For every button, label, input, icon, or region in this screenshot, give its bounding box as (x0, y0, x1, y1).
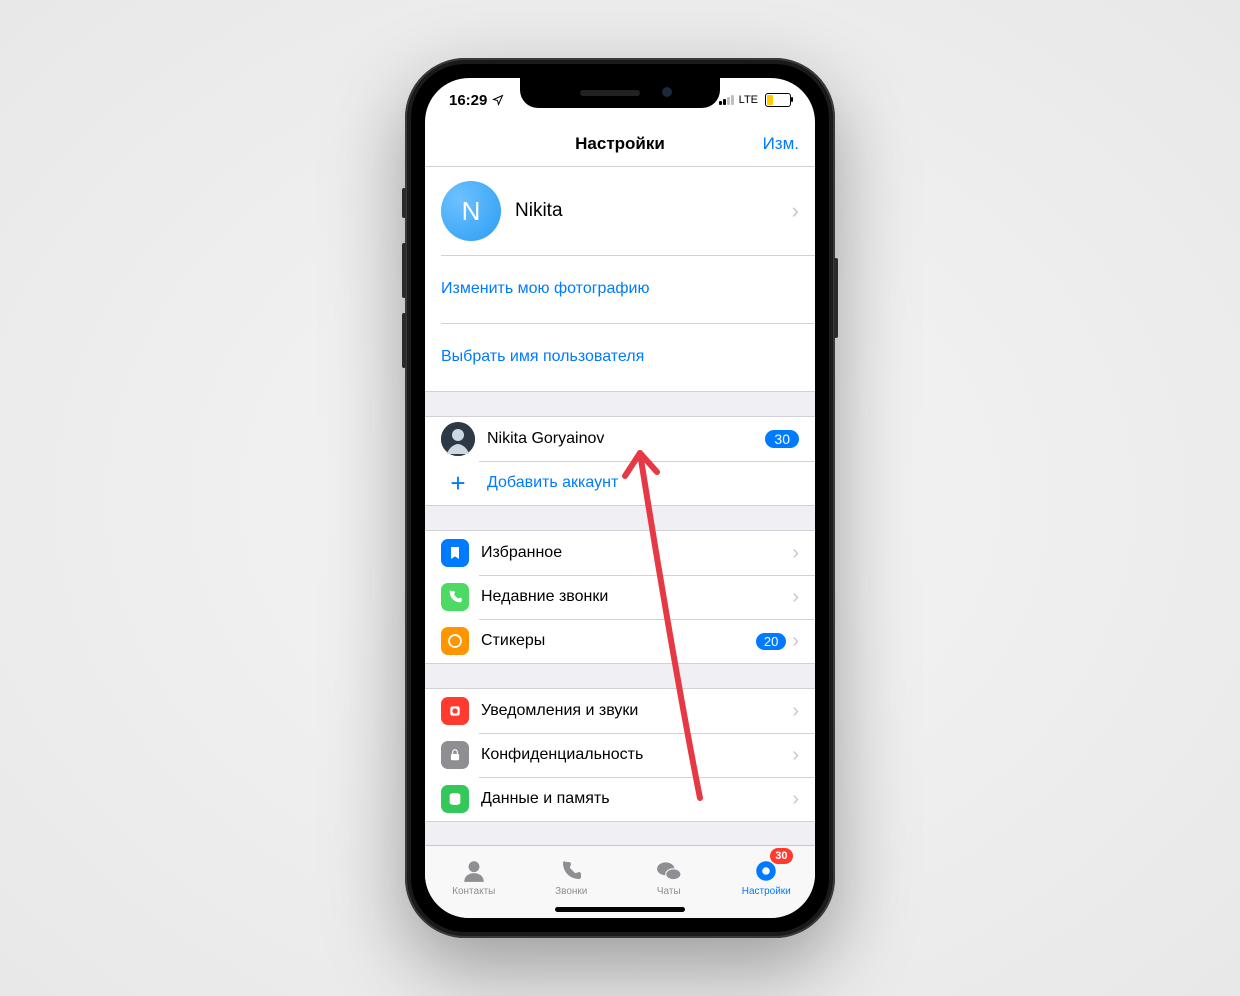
settings-row[interactable]: Конфиденциальность › (425, 733, 815, 777)
screen: 16:29 LTE Настройки Изм. (425, 78, 815, 918)
lock-icon (441, 741, 469, 769)
chevron-right-icon: › (792, 744, 799, 767)
notch (520, 78, 720, 108)
home-indicator[interactable] (555, 907, 685, 912)
account-avatar (441, 422, 475, 456)
row-badge: 20 (756, 633, 786, 650)
chevron-right-icon: › (792, 700, 799, 723)
settings-row[interactable]: Данные и память › (425, 777, 815, 821)
chevron-right-icon: › (792, 788, 799, 811)
network-label: LTE (739, 94, 758, 106)
bell-icon (441, 697, 469, 725)
settings-row[interactable]: Избранное › (425, 531, 815, 575)
add-account-row[interactable]: + Добавить аккаунт (425, 461, 815, 505)
change-photo-link[interactable]: Изменить мою фотографию (425, 255, 815, 323)
settings-row[interactable]: Уведомления и звуки › (425, 689, 815, 733)
profile-row[interactable]: N Nikita › (425, 167, 815, 255)
tab-badge: 30 (770, 848, 792, 864)
add-account-label: Добавить аккаунт (487, 474, 618, 492)
chevron-right-icon: › (792, 630, 799, 653)
chevron-right-icon: › (792, 200, 799, 222)
row-label: Стикеры (481, 632, 545, 650)
plus-icon: + (441, 468, 475, 499)
edit-button[interactable]: Изм. (763, 134, 799, 154)
chevron-right-icon: › (792, 586, 799, 609)
row-label: Избранное (481, 544, 562, 562)
sticker-icon (441, 627, 469, 655)
chevron-right-icon: › (792, 542, 799, 565)
account-badge: 30 (765, 430, 799, 448)
tab-calls[interactable]: Звонки (523, 846, 621, 908)
tab-settings[interactable]: Настройки 30 (718, 846, 816, 908)
signal-icon (719, 95, 734, 105)
settings-row[interactable]: Недавние звонки › (425, 575, 815, 619)
profile-name: Nikita (515, 200, 563, 222)
contacts-icon (460, 857, 488, 885)
page-title: Настройки (575, 134, 665, 154)
settings-content[interactable]: N Nikita › Изменить мою фотографию Выбра… (425, 167, 815, 857)
row-label: Конфиденциальность (481, 746, 643, 764)
account-name: Nikita Goryainov (487, 430, 604, 448)
nav-bar: Настройки Изм. (425, 122, 815, 167)
tab-contacts[interactable]: Контакты (425, 846, 523, 908)
location-icon (492, 94, 504, 106)
tab-chats[interactable]: Чаты (620, 846, 718, 908)
chats-icon (655, 857, 683, 885)
row-label: Уведомления и звуки (481, 702, 638, 720)
row-label: Недавние звонки (481, 588, 608, 606)
choose-username-link[interactable]: Выбрать имя пользователя (425, 323, 815, 391)
avatar: N (441, 181, 501, 241)
calls-icon (557, 857, 585, 885)
account-row[interactable]: Nikita Goryainov 30 (425, 417, 815, 461)
battery-icon (765, 93, 791, 107)
row-label: Данные и память (481, 790, 610, 808)
data-icon (441, 785, 469, 813)
settings-row[interactable]: Стикеры 20 › (425, 619, 815, 663)
phone-frame: 16:29 LTE Настройки Изм. (405, 58, 835, 938)
phone-icon (441, 583, 469, 611)
bookmark-icon (441, 539, 469, 567)
status-time: 16:29 (449, 92, 487, 109)
